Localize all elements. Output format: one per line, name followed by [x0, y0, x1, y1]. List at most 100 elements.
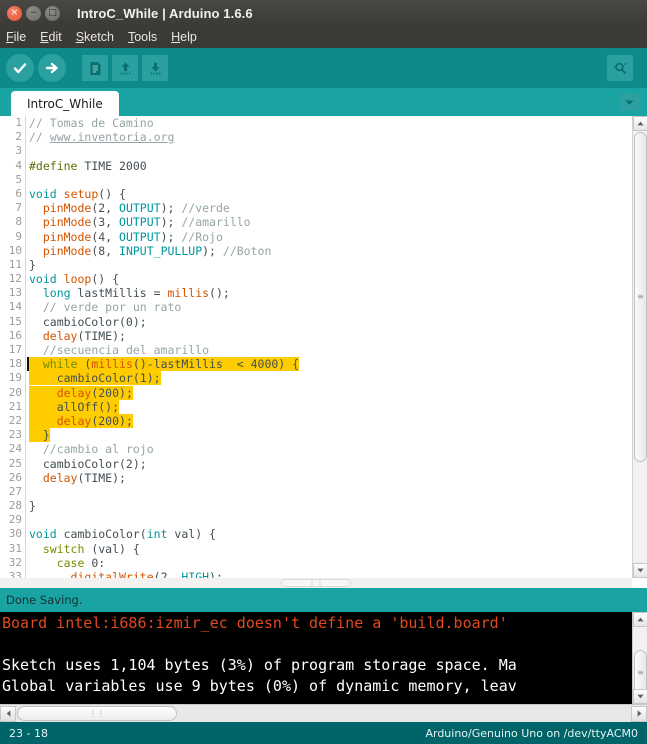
serial-monitor-button[interactable] — [607, 55, 633, 81]
code-token: () { — [91, 272, 120, 287]
hscroll-left-button[interactable] — [0, 705, 16, 722]
line-number: 15 — [8, 314, 22, 328]
code-line[interactable]: long lastMillis = millis(); — [27, 286, 632, 300]
code-line[interactable]: } — [27, 499, 632, 513]
menu-item-tools[interactable]: Tools — [128, 30, 157, 44]
code-line[interactable]: pinMode(3, OUTPUT); //amarillo — [27, 215, 632, 229]
code-line[interactable]: } — [27, 258, 632, 272]
code-line[interactable]: void setup() { — [27, 187, 632, 201]
code-token: void — [29, 272, 57, 287]
code-token: void — [29, 186, 57, 201]
console-vertical-scrollbar[interactable]: ≡ — [632, 612, 647, 704]
code-token: TIME 2000 — [77, 158, 147, 173]
code-line[interactable] — [27, 173, 632, 187]
scroll-down-button[interactable] — [633, 563, 647, 578]
code-line[interactable]: cambioColor(1); — [27, 371, 632, 386]
caret-up-icon — [637, 617, 644, 622]
code-line[interactable]: } — [27, 428, 632, 443]
window-minimize-icon[interactable]: − — [26, 5, 41, 21]
code-token: (2, — [91, 201, 120, 216]
code-line[interactable]: // www.inventoria.org — [27, 130, 632, 144]
code-content[interactable]: // Tomas de Camino// www.inventoria.org #… — [27, 116, 632, 578]
window-maximize-icon[interactable]: □ — [45, 5, 60, 21]
check-icon — [13, 63, 27, 74]
line-number: 6 — [15, 186, 22, 200]
code-line[interactable]: void cambioColor(int val) { — [27, 527, 632, 541]
status-message-text: Done Saving. — [6, 593, 83, 607]
new-sketch-button[interactable] — [82, 55, 108, 81]
code-line[interactable]: //cambio al rojo — [27, 442, 632, 456]
hscroll-thumb[interactable]: ⋮⋮ — [17, 706, 177, 721]
menu-item-sketch[interactable]: Sketch — [76, 30, 114, 44]
upload-button[interactable] — [38, 54, 66, 82]
caret-down-icon — [637, 694, 644, 699]
code-token: cambioColor( — [56, 527, 147, 542]
code-editor[interactable]: 1 2 3 4 5 6 7 8 9 10 11 12 13 14 15 16 17 18 19 20 21 22 23 24 2… — [0, 116, 632, 578]
code-line[interactable]: while (millis()-lastMillis < 4000) { — [27, 357, 632, 372]
code-line[interactable]: pinMode(4, OUTPUT); //Rojo — [27, 230, 632, 244]
code-line[interactable]: //secuencia del amarillo — [27, 343, 632, 357]
console-output[interactable]: Board intel:i686:izmir_ec doesn't define… — [0, 612, 647, 704]
console-scroll-up-button[interactable] — [633, 612, 647, 627]
code-line[interactable]: delay(200); — [27, 413, 632, 428]
code-line[interactable]: delay(TIME); — [27, 329, 632, 343]
editor-hscroll-thumb[interactable]: ⋮⋮ — [281, 579, 351, 587]
editor-vertical-scrollbar[interactable]: ≡ — [632, 116, 647, 578]
editor-scroll-thumb[interactable]: ≡ — [634, 132, 647, 462]
hscroll-right-button[interactable] — [631, 705, 647, 722]
code-token: delay — [56, 413, 92, 428]
code-line[interactable]: pinMode(8, INPUT_PULLUP); //Boton — [27, 244, 632, 258]
code-line[interactable]: delay(200); — [27, 385, 632, 400]
code-line[interactable]: cambioColor(0); — [27, 315, 632, 329]
scroll-up-button[interactable] — [633, 116, 647, 131]
code-token: // — [29, 130, 50, 145]
code-token: digitalWrite — [70, 570, 154, 578]
title-bar: × − □ IntroC_While | Arduino 1.6.6 — [0, 0, 647, 26]
code-line[interactable]: #define TIME 2000 — [27, 159, 632, 173]
code-line[interactable]: // Tomas de Camino — [27, 116, 632, 130]
line-number: 33 — [8, 570, 22, 578]
code-line[interactable]: pinMode(2, OUTPUT); //verde — [27, 201, 632, 215]
tab-introc-while[interactable]: IntroC_While — [11, 91, 119, 116]
verify-button[interactable] — [6, 54, 34, 82]
line-number: 13 — [8, 286, 22, 300]
code-token: ( — [77, 357, 92, 372]
code-line[interactable]: void loop() { — [27, 272, 632, 286]
code-line[interactable]: case 0: — [27, 556, 632, 570]
code-line[interactable] — [27, 485, 632, 499]
code-token: ); — [209, 570, 223, 578]
menu-item-file[interactable]: File — [6, 30, 26, 44]
console-horizontal-scrollbar[interactable]: ⋮⋮ — [0, 704, 647, 722]
code-token: (200); — [91, 385, 133, 400]
menu-item-help[interactable]: Help — [171, 30, 197, 44]
open-sketch-button[interactable] — [112, 55, 138, 81]
window-close-icon[interactable]: × — [7, 5, 22, 21]
code-line[interactable]: switch (val) { — [27, 542, 632, 556]
code-token: pinMode — [42, 201, 92, 216]
line-number: 2 — [15, 130, 22, 144]
menu-sketch-rest: ketch — [84, 30, 114, 44]
code-line[interactable]: cambioColor(2); — [27, 457, 632, 471]
editor-horizontal-scrollbar[interactable]: ⋮⋮ — [0, 578, 632, 588]
line-number-gutter: 1 2 3 4 5 6 7 8 9 10 11 12 13 14 15 16 17 18 19 20 21 22 23 24 2… — [0, 116, 26, 578]
console-scroll-down-button[interactable] — [633, 689, 647, 704]
code-token: ); — [160, 215, 182, 230]
code-line[interactable] — [27, 144, 632, 158]
code-token: cambioColor(1); — [29, 371, 161, 386]
code-token: millis — [91, 357, 133, 372]
code-line[interactable]: digitalWrite(2, HIGH); — [27, 570, 632, 578]
caret-left-icon — [6, 710, 10, 717]
code-token: (3, — [91, 215, 120, 230]
save-sketch-button[interactable] — [142, 55, 168, 81]
code-line[interactable]: // verde por un rato — [27, 300, 632, 314]
tab-menu-button[interactable] — [620, 93, 639, 111]
code-line[interactable] — [27, 513, 632, 527]
code-line[interactable]: delay(TIME); — [27, 471, 632, 485]
menu-item-edit[interactable]: Edit — [40, 30, 62, 44]
code-line[interactable]: allOff(); — [27, 399, 632, 414]
